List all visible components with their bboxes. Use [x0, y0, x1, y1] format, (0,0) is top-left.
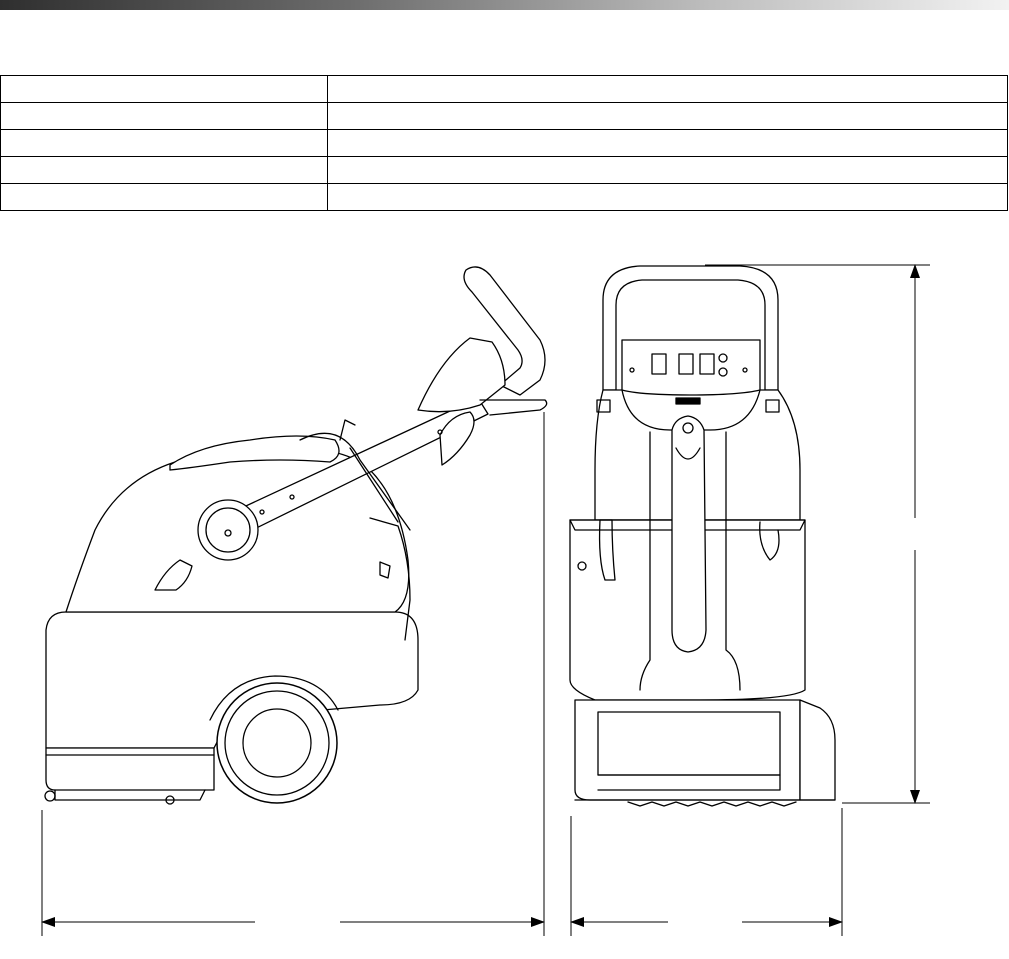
- spec-page: [0, 0, 1009, 959]
- front-label-plate: [675, 397, 701, 405]
- side-base-skirt: [45, 747, 215, 791]
- front-lower-housing: [574, 699, 801, 801]
- side-cord-hook: [339, 419, 356, 441]
- side-rear-wheel: [216, 682, 338, 804]
- front-brush-comb: [627, 801, 797, 807]
- side-trigger-lever: [479, 399, 548, 416]
- front-side-extension: [799, 699, 836, 801]
- front-control-panel: [621, 339, 761, 396]
- side-front-caster: [44, 790, 56, 802]
- technical-drawing: [41, 264, 930, 936]
- side-view: [44, 266, 548, 805]
- side-brush-deck: [54, 789, 206, 801]
- front-view: [569, 265, 836, 807]
- front-handle-shaft: [671, 415, 707, 653]
